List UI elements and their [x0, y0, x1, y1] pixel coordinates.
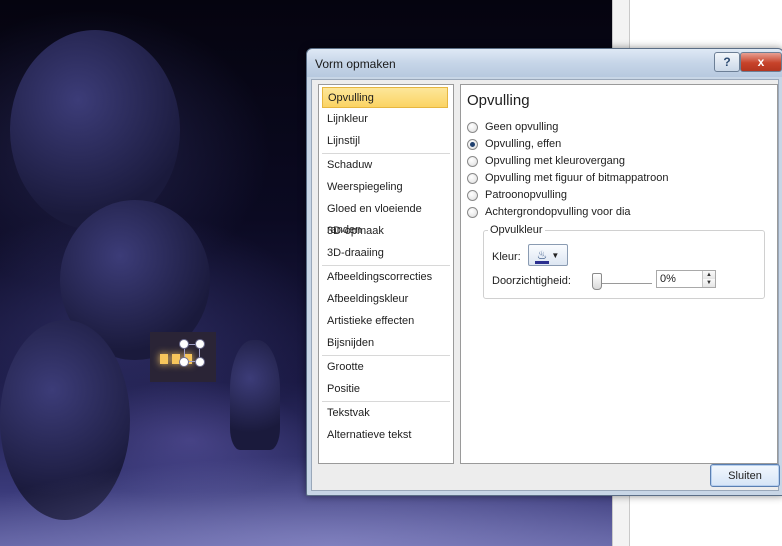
category-divider: [322, 153, 450, 154]
category-divider: [322, 265, 450, 266]
color-label: Kleur:: [492, 251, 521, 263]
category-item-afbeeldingscorrecties[interactable]: Afbeeldingscorrecties: [322, 267, 448, 288]
radio-label: Opvulling, effen: [485, 138, 562, 150]
category-item-grootte[interactable]: Grootte: [322, 357, 448, 378]
paint-bucket-icon: ♨: [534, 248, 549, 264]
category-item-artistieke-effecten[interactable]: Artistieke effecten: [322, 311, 448, 332]
radio-button[interactable]: [467, 189, 478, 201]
transparency-label: Doorzichtigheid:: [492, 275, 571, 287]
transparency-spinner[interactable]: ▲ ▼: [702, 271, 715, 287]
dialog-body: Opvulling Lijnkleur Lijnstijl Schaduw We…: [311, 79, 780, 491]
category-list: Opvulling Lijnkleur Lijnstijl Schaduw We…: [318, 84, 454, 464]
category-item-bijsnijden[interactable]: Bijsnijden: [322, 333, 448, 354]
category-item-lijnstijl[interactable]: Lijnstijl: [322, 131, 448, 152]
radio-background-fill[interactable]: Achtergrondopvulling voor dia: [467, 204, 631, 220]
radio-button[interactable]: [467, 138, 478, 150]
panel-title: Opvulling: [467, 92, 530, 109]
radio-no-fill[interactable]: Geen opvulling: [467, 119, 558, 135]
transparency-slider-track[interactable]: [596, 283, 652, 284]
radio-solid-fill[interactable]: Opvulling, effen: [467, 136, 561, 152]
radio-label: Opvulling met kleurovergang: [485, 155, 626, 167]
selection-handle[interactable]: [195, 339, 205, 349]
category-divider: [322, 355, 450, 356]
category-item-alternatieve-tekst[interactable]: Alternatieve tekst: [322, 425, 448, 446]
category-item-lijnkleur[interactable]: Lijnkleur: [322, 109, 448, 130]
group-title: Opvulkleur: [488, 224, 545, 236]
category-item-gloed[interactable]: Gloed en vloeiende randen: [322, 199, 448, 236]
fill-color-group: Opvulkleur Kleur: ♨ ▼ Doorzichtigheid: 0…: [483, 224, 765, 299]
close-dialog-button[interactable]: Sluiten: [710, 464, 780, 487]
category-item-schaduw[interactable]: Schaduw: [322, 155, 448, 176]
close-icon[interactable]: x: [740, 52, 782, 72]
dialog-title: Vorm opmaken: [315, 57, 396, 71]
chevron-down-icon[interactable]: ▼: [551, 251, 559, 260]
dialog-titlebar[interactable]: Vorm opmaken ? x: [307, 49, 782, 77]
radio-label: Opvulling met figuur of bitmappatroon: [485, 172, 669, 184]
radio-button[interactable]: [467, 155, 478, 167]
transparency-input[interactable]: 0% ▲ ▼: [656, 270, 716, 288]
category-item-3d-opmaak[interactable]: 3D-opmaak: [322, 221, 448, 242]
radio-label: Patroonopvulling: [485, 189, 567, 201]
selection-handle[interactable]: [179, 357, 189, 367]
radio-button[interactable]: [467, 121, 478, 133]
radio-picture-fill[interactable]: Opvulling met figuur of bitmappatroon: [467, 170, 668, 186]
radio-label: Geen opvulling: [485, 121, 559, 133]
format-shape-dialog: Vorm opmaken ? x Opvulling Lijnkleur Lij…: [306, 48, 782, 496]
radio-gradient-fill[interactable]: Opvulling met kleurovergang: [467, 153, 625, 169]
category-item-positie[interactable]: Positie: [322, 379, 448, 400]
snow-tree: [10, 30, 180, 230]
spin-down-icon[interactable]: ▼: [703, 279, 715, 287]
cabin-window: [160, 354, 168, 364]
help-icon[interactable]: ?: [714, 52, 740, 72]
category-item-tekstvak[interactable]: Tekstvak: [322, 403, 448, 424]
category-item-weerspiegeling[interactable]: Weerspiegeling: [322, 177, 448, 198]
category-divider: [322, 401, 450, 402]
selection-handle[interactable]: [179, 339, 189, 349]
selection-handle[interactable]: [195, 357, 205, 367]
category-item-afbeeldingskleur[interactable]: Afbeeldingskleur: [322, 289, 448, 310]
radio-button[interactable]: [467, 206, 478, 218]
transparency-value: 0%: [660, 273, 676, 285]
fill-settings-panel: Opvulling Geen opvulling Opvulling, effe…: [460, 84, 778, 464]
transparency-slider-thumb[interactable]: [592, 273, 602, 290]
category-item-opvulling[interactable]: Opvulling: [322, 87, 448, 108]
radio-label: Achtergrondopvulling voor dia: [485, 206, 631, 218]
category-item-3d-draaiing[interactable]: 3D-draaiing: [322, 243, 448, 264]
radio-button[interactable]: [467, 172, 478, 184]
fill-color-button[interactable]: ♨ ▼: [528, 244, 568, 266]
radio-pattern-fill[interactable]: Patroonopvulling: [467, 187, 567, 203]
